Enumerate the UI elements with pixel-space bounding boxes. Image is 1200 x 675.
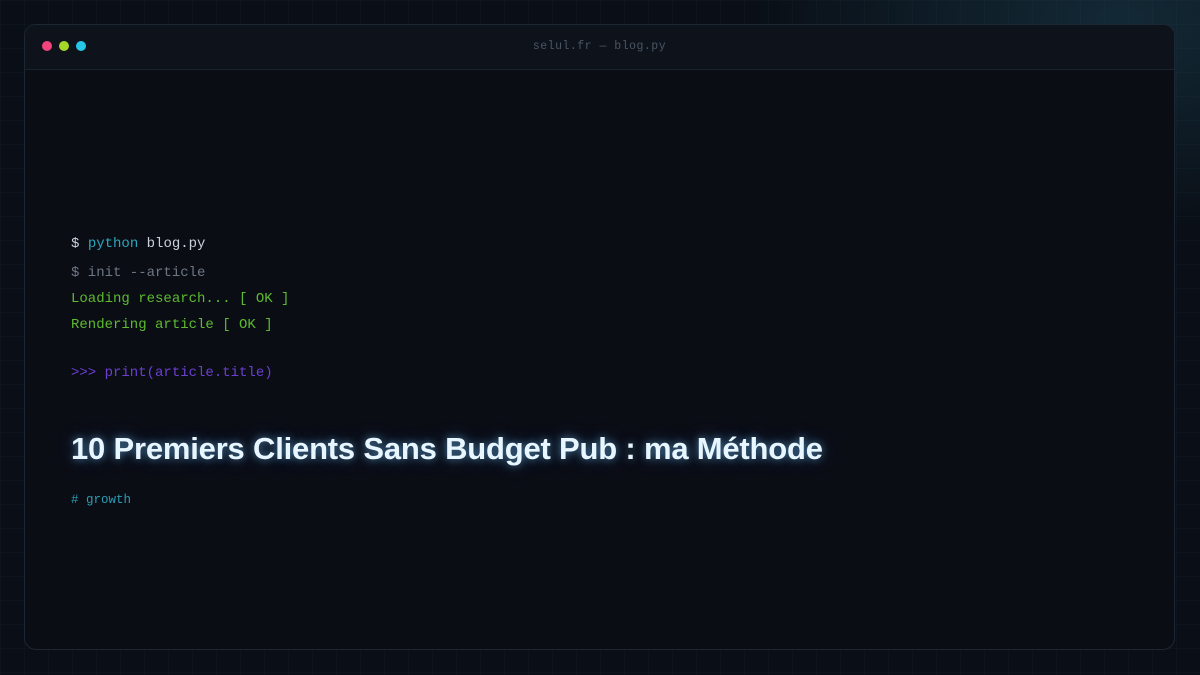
command-line: $ python blog.py: [71, 236, 205, 252]
status-research-line: Loading research... [ OK ]: [71, 291, 290, 307]
article-title: 10 Premiers Clients Sans Budget Pub : ma…: [71, 431, 823, 466]
terminal-window: selul.fr — blog.py $ python blog.py $ in…: [24, 24, 1175, 650]
command-arg: blog.py: [146, 236, 206, 252]
terminal-output: $ python blog.py $ init --article Loadin…: [71, 25, 1134, 649]
command-keyword: python: [87, 236, 139, 252]
prompt-symbol: $: [71, 236, 80, 252]
status-render-line: Rendering article [ OK ]: [71, 317, 273, 333]
article-tag[interactable]: # growth: [71, 493, 131, 507]
init-line: $ init --article: [71, 265, 206, 281]
repl-line: >>> print(article.title): [71, 365, 273, 381]
